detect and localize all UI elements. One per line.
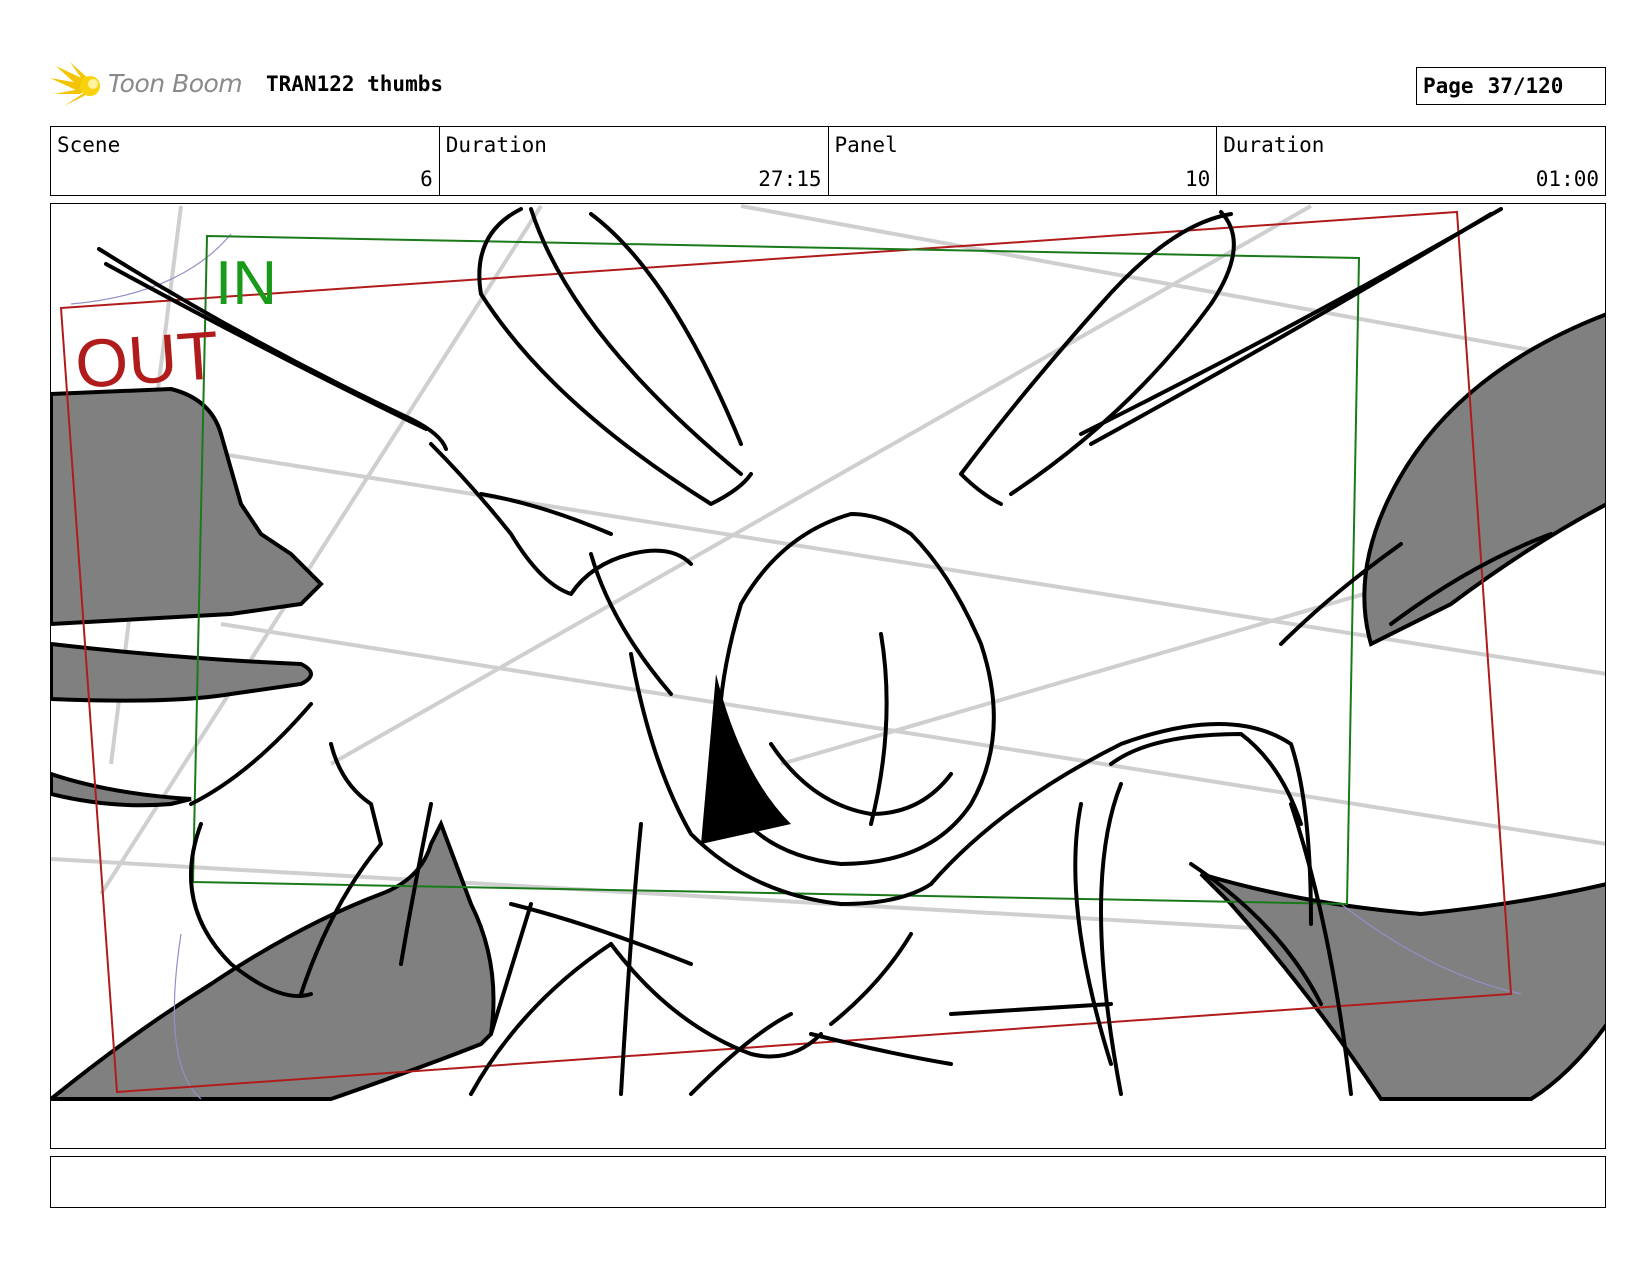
- project-title: TRAN122 thumbs: [266, 72, 444, 96]
- panel-sketch: IN OUT: [51, 204, 1605, 1101]
- out-label: OUT: [73, 317, 221, 403]
- storyboard-panel: IN OUT: [50, 203, 1606, 1149]
- panel-duration-cell: Duration 01:00: [1217, 127, 1605, 195]
- toon-boom-logo: Toon Boom: [50, 60, 250, 110]
- logo-text: Toon Boom: [108, 69, 243, 98]
- sunburst-icon: [50, 62, 100, 106]
- scene-value: 6: [420, 167, 433, 191]
- scene-duration-cell: Duration 27:15: [440, 127, 829, 195]
- shadow-shapes: [51, 312, 1605, 1101]
- page-indicator: Page 37/120: [1416, 67, 1606, 105]
- panel-label: Panel: [834, 133, 898, 157]
- page-header: Toon Boom TRAN122 thumbs Page 37/120: [50, 58, 1606, 112]
- scene-cell: Scene 6: [51, 127, 440, 195]
- panel-duration-label: Duration: [1223, 133, 1325, 157]
- panel-caption-box[interactable]: [50, 1156, 1606, 1208]
- page-number: 37/120: [1487, 74, 1564, 98]
- scene-label: Scene: [57, 133, 121, 157]
- scene-duration-value: 27:15: [758, 167, 822, 191]
- panel-cell: Panel 10: [829, 127, 1218, 195]
- panel-value: 10: [1184, 167, 1211, 191]
- in-label: IN: [215, 249, 277, 318]
- page-label: Page: [1423, 74, 1474, 98]
- panel-info-row: Scene 6 Duration 27:15 Panel 10 Duration…: [50, 126, 1606, 196]
- scene-duration-label: Duration: [445, 133, 547, 157]
- face-shadow: [701, 674, 791, 844]
- panel-duration-value: 01:00: [1535, 167, 1599, 191]
